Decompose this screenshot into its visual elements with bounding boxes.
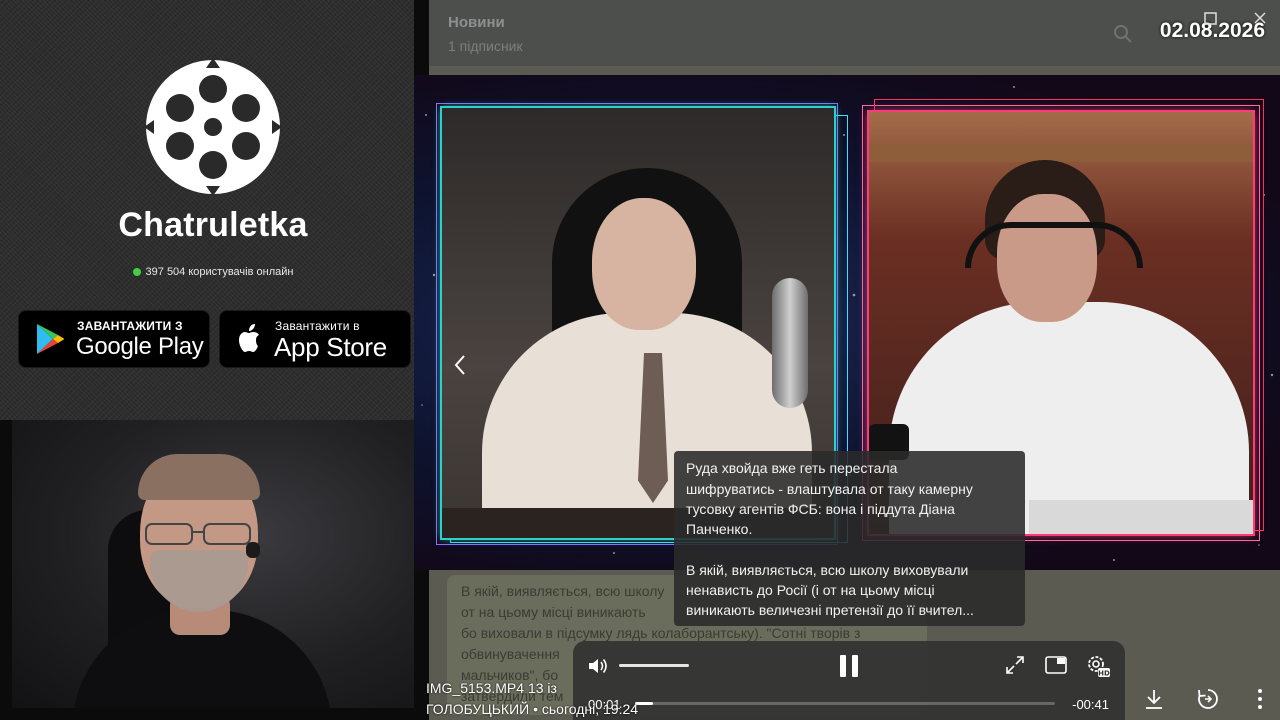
glasses-icon bbox=[145, 523, 251, 545]
quality-badge: HD bbox=[1098, 670, 1110, 678]
restore-window-icon[interactable] bbox=[1204, 12, 1217, 25]
forward-share-icon[interactable] bbox=[1196, 687, 1220, 711]
google-play-label: Google Play bbox=[76, 333, 204, 360]
online-users-count: 397 504 користувачів онлайн bbox=[0, 266, 426, 278]
brand-name: Chatruletka bbox=[118, 206, 308, 244]
picture-in-picture-icon[interactable] bbox=[1045, 655, 1067, 675]
close-icon[interactable] bbox=[1254, 12, 1266, 24]
chevron-left-icon[interactable] bbox=[449, 352, 471, 378]
fullscreen-icon[interactable] bbox=[1005, 655, 1025, 675]
caption-line: Панченко. bbox=[686, 521, 753, 537]
caption-line: шифруватись - влаштувала от таку камерну bbox=[686, 481, 973, 497]
volume-slider[interactable] bbox=[619, 664, 689, 667]
google-play-icon bbox=[37, 324, 64, 354]
app-store-label: App Store bbox=[274, 332, 387, 362]
caption-line: В якій, виявляється, всю школу виховувал… bbox=[686, 562, 969, 578]
seek-bar[interactable] bbox=[635, 702, 1055, 705]
app-store-button[interactable]: Завантажити в App Store bbox=[219, 310, 411, 368]
webcam-person-hair bbox=[138, 454, 260, 500]
right-shelf bbox=[869, 144, 1253, 162]
message-line: В якій, виявляється, всю школу bbox=[461, 583, 665, 599]
caption-line: тусовку агентів ФСБ: вона і піддута Діан… bbox=[686, 501, 955, 517]
channel-subscribers: 1 підписник bbox=[448, 38, 523, 54]
message-line: бо виховали в підсумку лядь колаборантсь… bbox=[461, 625, 861, 641]
app-store-small-label: Завантажити в bbox=[275, 319, 360, 333]
more-options-icon[interactable] bbox=[1253, 688, 1267, 710]
chatruletka-promo: Chatruletka 397 504 користувачів онлайн … bbox=[0, 0, 414, 420]
gear-icon[interactable]: HD bbox=[1085, 653, 1111, 679]
file-info: IMG_5153.MP4 13 із ГОЛОБУЦЬКИЙ • сьогодн… bbox=[426, 678, 638, 720]
remaining-time: -00:41 bbox=[1072, 697, 1109, 712]
caption-line: Руда хвойда вже геть перестала bbox=[686, 460, 898, 476]
microphone bbox=[772, 278, 808, 408]
online-status-dot bbox=[132, 268, 141, 276]
file-name: IMG_5153.MP4 13 із bbox=[426, 680, 557, 696]
right-desk bbox=[1029, 500, 1253, 534]
apple-icon bbox=[239, 324, 259, 352]
google-play-button[interactable]: ЗАВАНТАЖИТИ З Google Play bbox=[18, 310, 210, 368]
channel-header: Новини 1 підписник bbox=[429, 0, 1280, 66]
message-line: от на цьому місці виникають bbox=[461, 604, 646, 620]
google-play-small-label: ЗАВАНТАЖИТИ З bbox=[77, 319, 183, 333]
earpiece bbox=[246, 542, 260, 558]
channel-title[interactable]: Новини bbox=[448, 14, 505, 31]
pause-icon[interactable] bbox=[837, 654, 861, 678]
online-users-text: 397 504 користувачів онлайн bbox=[145, 266, 294, 278]
file-author: ГОЛОБУЦЬКИЙ • сьогодні, 19:24 bbox=[426, 701, 639, 717]
message-line: обвинувачення bbox=[461, 646, 560, 662]
revolver-cylinder-logo-icon bbox=[144, 58, 282, 196]
search-icon[interactable] bbox=[1113, 24, 1133, 44]
video-player-controls: HD 00:01 -00:41 bbox=[573, 641, 1125, 720]
download-icon[interactable] bbox=[1143, 688, 1165, 710]
volume-icon[interactable] bbox=[587, 656, 609, 676]
left-person-face bbox=[592, 198, 696, 330]
caption-line: ненависть до Росії (і от на цьому місці bbox=[686, 582, 935, 598]
caption-line: виникають величезні претензії до її вчит… bbox=[686, 602, 974, 618]
webcam-feed bbox=[12, 420, 414, 708]
headphones-icon bbox=[965, 222, 1143, 268]
post-caption-overlay: Руда хвойда вже геть перестала шифрувати… bbox=[674, 451, 1025, 626]
